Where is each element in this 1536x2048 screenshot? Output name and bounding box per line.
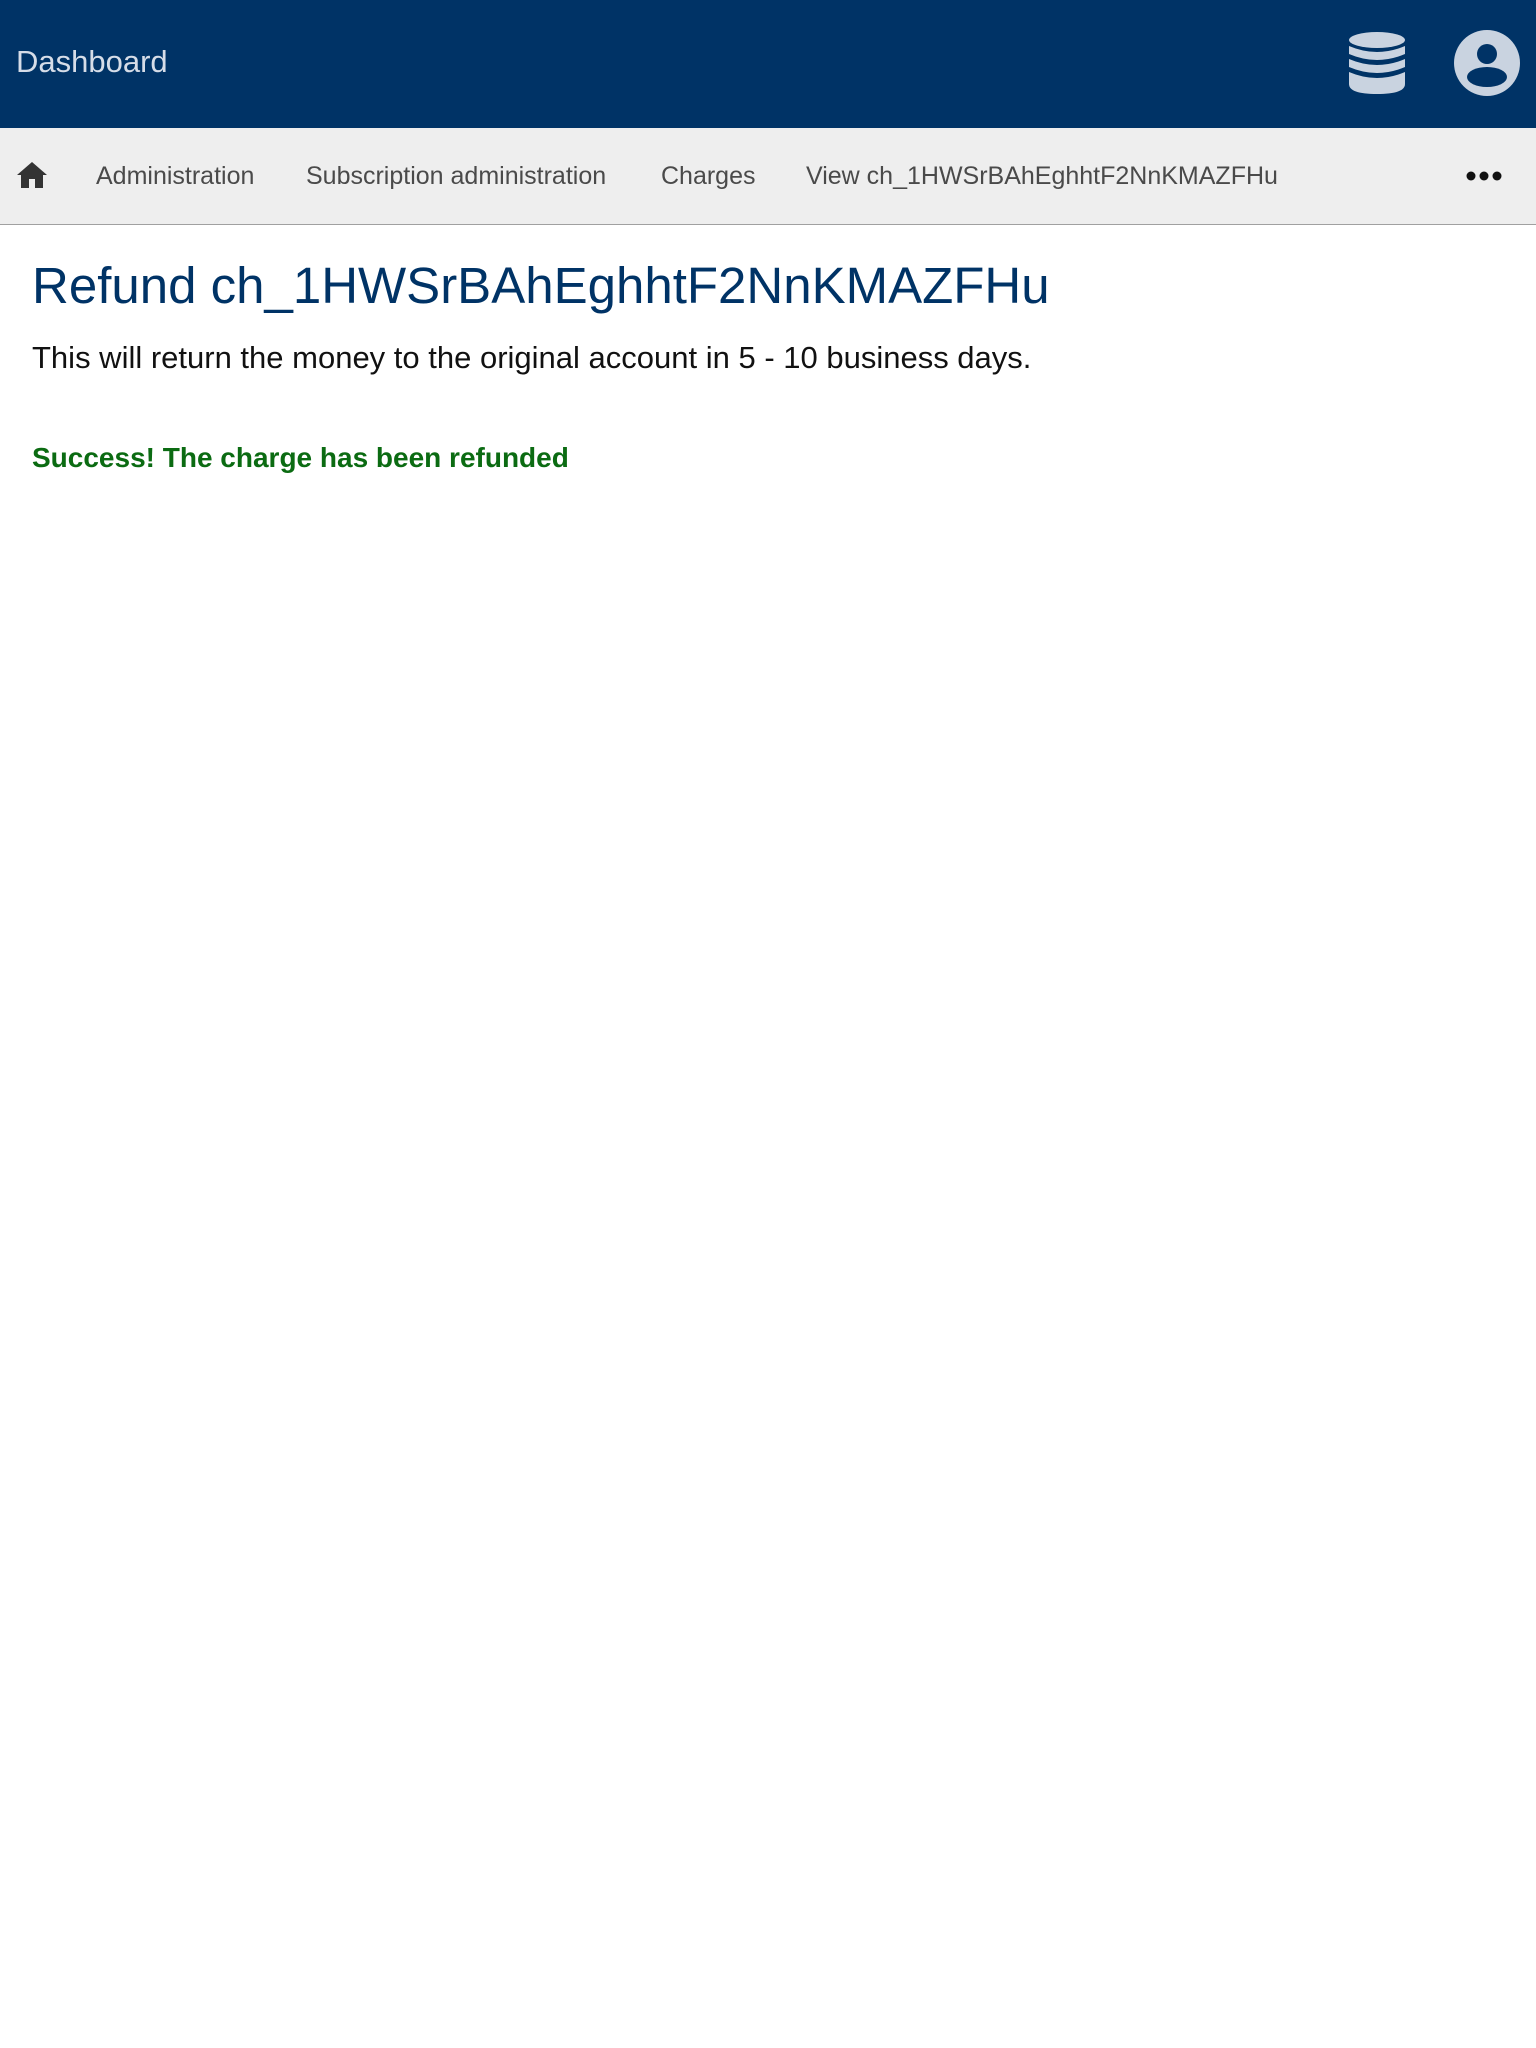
refund-description: This will return the money to the origin…	[32, 340, 1032, 376]
page-title: Refund ch_1HWSrBAhEghhtF2NnKMAZFHu	[32, 257, 1050, 314]
breadcrumb-item-administration[interactable]: Administration	[96, 128, 254, 224]
home-icon[interactable]	[16, 159, 48, 191]
breadcrumb-item-subscription-administration[interactable]: Subscription administration	[306, 128, 606, 224]
account-circle-icon[interactable]	[1454, 30, 1520, 96]
app-header: Dashboard	[0, 0, 1536, 128]
database-icon[interactable]	[1344, 30, 1410, 96]
main-content: Refund ch_1HWSrBAhEghhtF2NnKMAZFHu This …	[0, 225, 1536, 477]
more-horizontal-icon[interactable]	[1464, 162, 1504, 190]
breadcrumb-item-view-charge[interactable]: View ch_1HWSrBAhEghhtF2NnKMAZFHu	[806, 128, 1278, 224]
breadcrumb-item-charges[interactable]: Charges	[661, 128, 756, 224]
dashboard-link[interactable]: Dashboard	[16, 0, 168, 128]
breadcrumb: Administration Subscription administrati…	[0, 128, 1536, 225]
success-message: Success! The charge has been refunded	[32, 442, 569, 474]
